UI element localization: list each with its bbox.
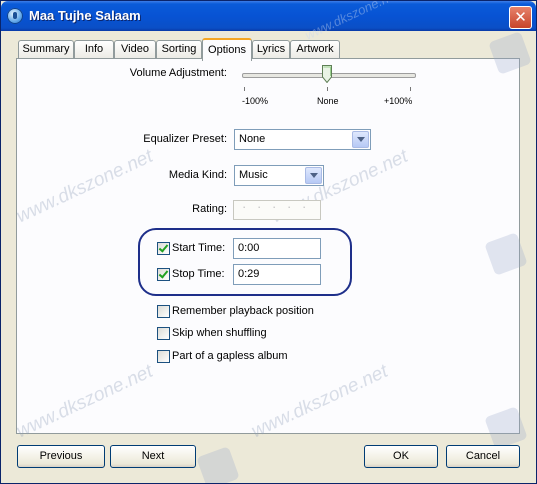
ok-button[interactable]: OK: [364, 445, 438, 468]
window-title: Maa Tujhe Salaam: [29, 8, 141, 23]
tab-video[interactable]: Video: [114, 40, 156, 58]
remember-playback-label: Remember playback position: [172, 305, 314, 317]
rating-label: Rating:: [192, 203, 227, 215]
gapless-checkbox[interactable]: [157, 350, 170, 363]
volume-max-label: +100%: [384, 96, 413, 106]
rating-dot[interactable]: ·: [287, 199, 291, 214]
start-time-field[interactable]: 0:00: [233, 238, 321, 259]
volume-tick: [410, 87, 411, 91]
title-bar[interactable]: Maa Tujhe Salaam ✕: [1, 1, 536, 31]
tab-lyrics[interactable]: Lyrics: [252, 40, 290, 58]
volume-min-label: -100%: [242, 96, 269, 106]
equalizer-label: Equalizer Preset:: [143, 133, 227, 145]
tab-summary[interactable]: Summary: [18, 40, 74, 58]
stop-time-value: 0:29: [238, 268, 260, 280]
rating-stars[interactable]: · · · · ·: [233, 199, 321, 220]
chevron-down-icon[interactable]: [352, 131, 369, 148]
rating-dot[interactable]: ·: [272, 199, 276, 214]
stop-time-checkbox[interactable]: [157, 268, 170, 281]
media-kind-label: Media Kind:: [168, 169, 227, 181]
tab-options[interactable]: Options: [202, 38, 252, 61]
dialog-window: Maa Tujhe Salaam ✕ Summary Info Video So…: [0, 0, 537, 484]
rating-dot[interactable]: ·: [302, 199, 306, 214]
volume-tick: [327, 87, 328, 91]
stop-time-label: Stop Time:: [172, 268, 225, 280]
skip-shuffling-label: Skip when shuffling: [172, 327, 267, 339]
rating-dot[interactable]: ·: [257, 199, 261, 214]
equalizer-value: None: [239, 133, 266, 145]
media-kind-value: Music: [239, 169, 268, 181]
tab-artwork[interactable]: Artwork: [290, 40, 340, 58]
previous-button[interactable]: Previous: [17, 445, 105, 468]
volume-slider-thumb[interactable]: [322, 65, 332, 83]
cancel-button[interactable]: Cancel: [446, 445, 520, 468]
volume-mid-label: None: [317, 96, 339, 106]
watermark-logo: [196, 446, 240, 483]
next-button[interactable]: Next: [110, 445, 196, 468]
remember-playback-checkbox[interactable]: [157, 305, 170, 318]
close-icon: ✕: [514, 8, 527, 26]
equalizer-select[interactable]: None: [234, 129, 371, 150]
close-button[interactable]: ✕: [509, 6, 532, 29]
skip-shuffling-checkbox[interactable]: [157, 327, 170, 340]
gapless-label: Part of a gapless album: [172, 350, 288, 362]
media-kind-select[interactable]: Music: [234, 165, 324, 186]
rating-dot[interactable]: ·: [242, 199, 246, 214]
volume-tick: [244, 87, 245, 91]
start-time-label: Start Time:: [172, 242, 226, 254]
start-time-checkbox[interactable]: [157, 242, 170, 255]
tab-info[interactable]: Info: [74, 40, 114, 58]
itunes-icon: [7, 8, 23, 24]
start-time-value: 0:00: [238, 242, 260, 254]
stop-time-field[interactable]: 0:29: [233, 264, 321, 285]
chevron-down-icon[interactable]: [305, 167, 322, 184]
tab-sorting[interactable]: Sorting: [156, 40, 202, 58]
volume-label: Volume Adjustment:: [129, 67, 227, 79]
